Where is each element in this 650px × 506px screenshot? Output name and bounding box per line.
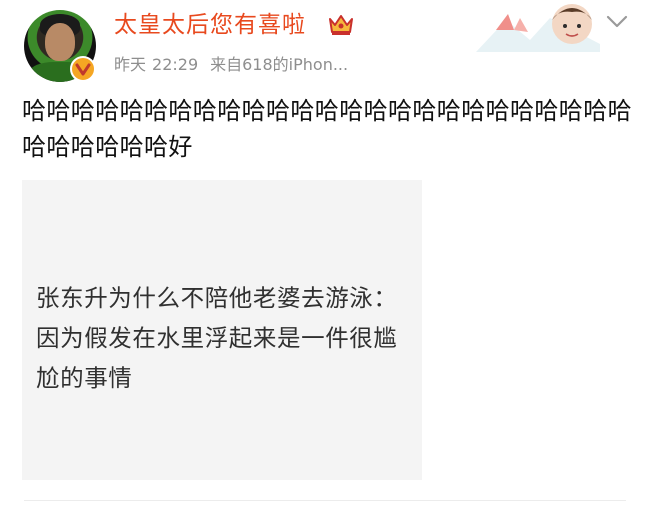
chevron-down-icon[interactable]: [605, 12, 629, 32]
post-date-label: 昨天: [114, 55, 147, 74]
verified-badge-icon: [70, 56, 96, 82]
post-meta: 昨天 22:29 来自618的iPhon...: [114, 53, 348, 77]
divider: [24, 500, 626, 501]
attached-image[interactable]: 张东升为什么不陪他老婆去游泳：因为假发在水里浮起来是一件很尴尬的事情: [22, 180, 422, 480]
username[interactable]: 太皇太后您有喜啦: [114, 9, 306, 41]
crown-icon: [329, 15, 353, 35]
weibo-post: 太皇太后您有喜啦 昨天 22:29 来自618的iPhon... 哈哈哈哈哈哈哈哈哈…: [0, 0, 650, 506]
image-text: 张东升为什么不陪他老婆去游泳：因为假发在水里浮起来是一件很尴尬的事情: [36, 284, 398, 392]
post-time: 22:29: [152, 55, 199, 74]
post-text: 哈哈哈哈哈哈哈哈哈哈哈哈哈哈哈哈哈哈哈哈哈哈哈哈哈哈哈哈哈哈哈好: [22, 97, 632, 161]
avatar-face: [45, 23, 75, 61]
post-source[interactable]: 来自618的iPhon...: [210, 55, 348, 74]
card-decoration: [476, 0, 600, 52]
